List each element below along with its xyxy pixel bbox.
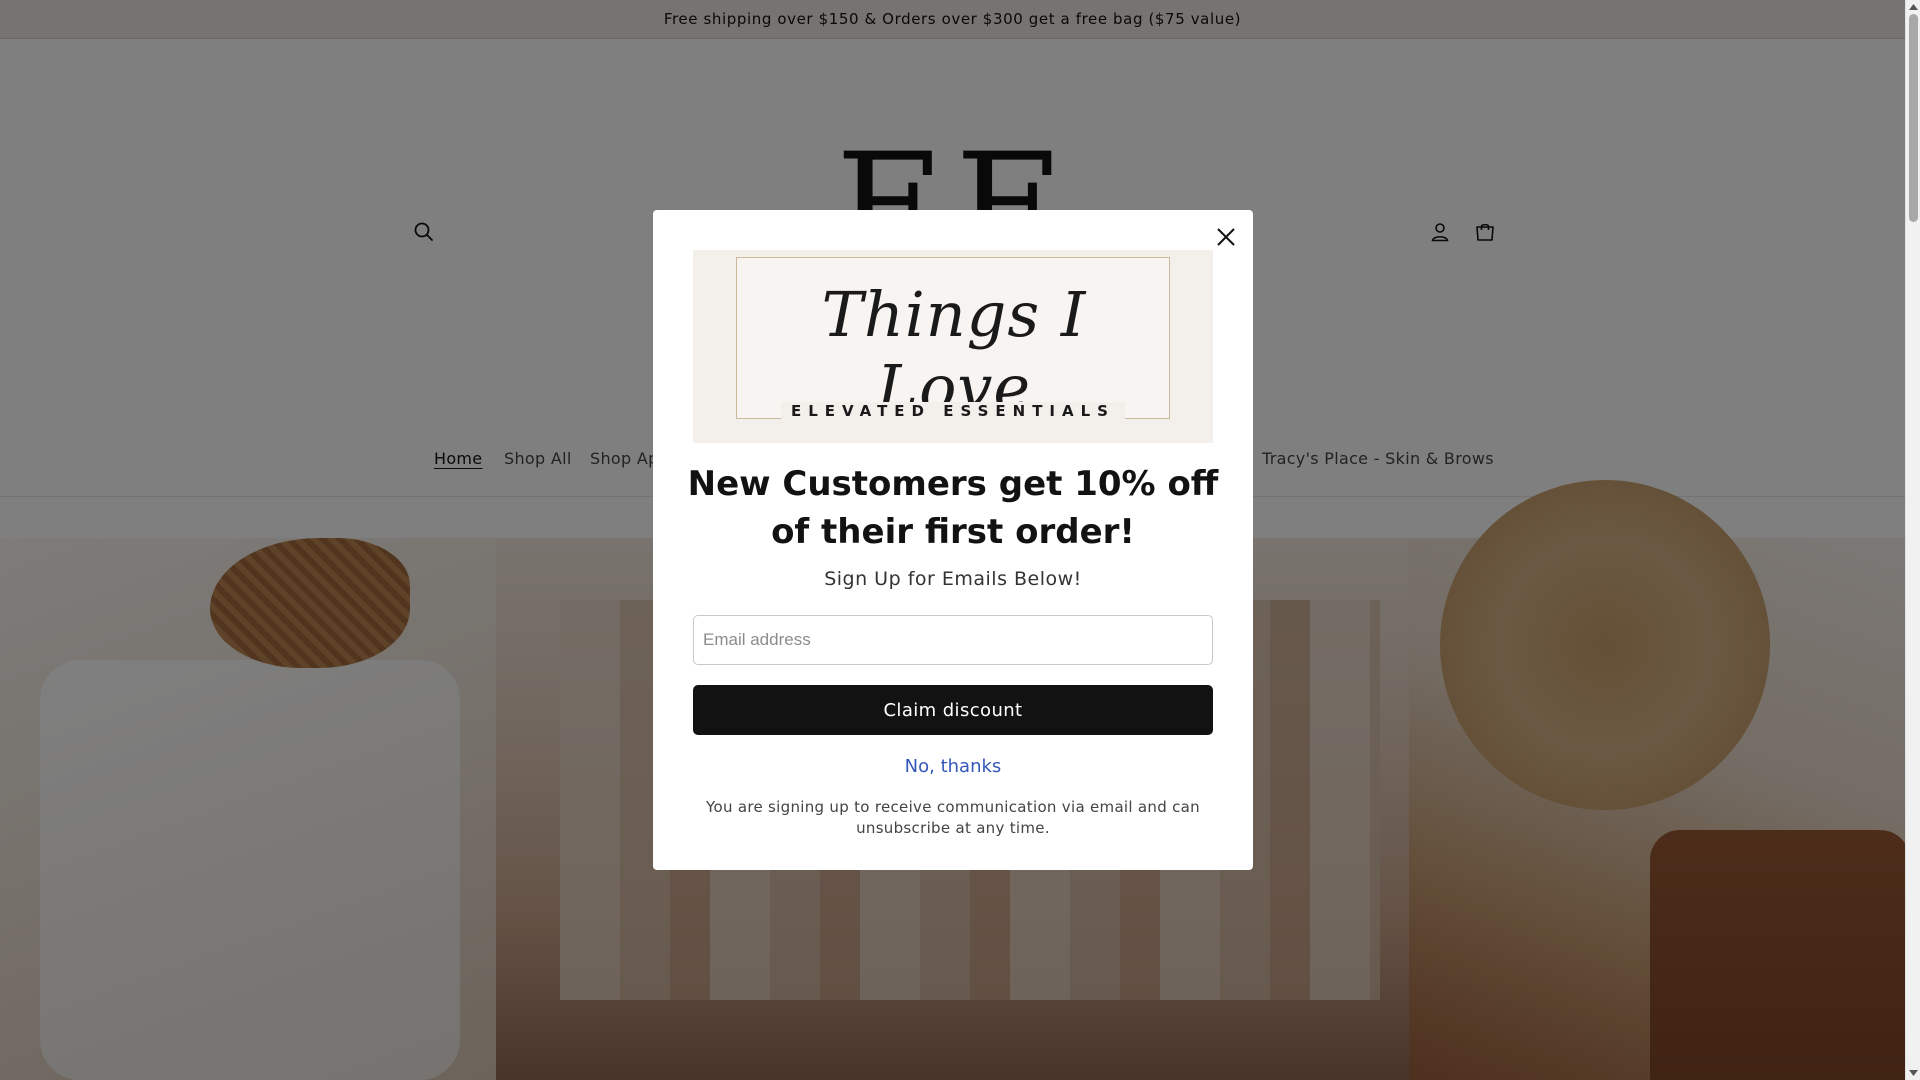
scroll-down-icon[interactable] xyxy=(1909,1068,1918,1077)
scrollbar-thumb[interactable] xyxy=(1909,14,1918,222)
no-thanks-link[interactable]: No, thanks xyxy=(653,756,1253,777)
signup-popup: Things I Love ELEVATED ESSENTIALS New Cu… xyxy=(653,210,1253,870)
banner-frame: Things I Love xyxy=(736,257,1170,424)
email-field[interactable] xyxy=(693,615,1213,665)
scroll-up-icon[interactable] xyxy=(1909,2,1918,11)
popup-subheadline: Sign Up for Emails Below! xyxy=(824,568,1082,590)
close-icon[interactable] xyxy=(1211,222,1241,252)
popup-banner-image: Things I Love ELEVATED ESSENTIALS xyxy=(693,250,1213,443)
page-scrollbar[interactable] xyxy=(1905,0,1920,1080)
popup-disclaimer: You are signing up to receive communicat… xyxy=(706,798,1200,837)
banner-subtitle-text: ELEVATED ESSENTIALS xyxy=(780,402,1125,420)
claim-discount-button[interactable]: Claim discount xyxy=(693,685,1213,735)
popup-headline: New Customers get 10% off of their first… xyxy=(687,464,1219,552)
banner-subtitle: ELEVATED ESSENTIALS xyxy=(693,402,1213,420)
